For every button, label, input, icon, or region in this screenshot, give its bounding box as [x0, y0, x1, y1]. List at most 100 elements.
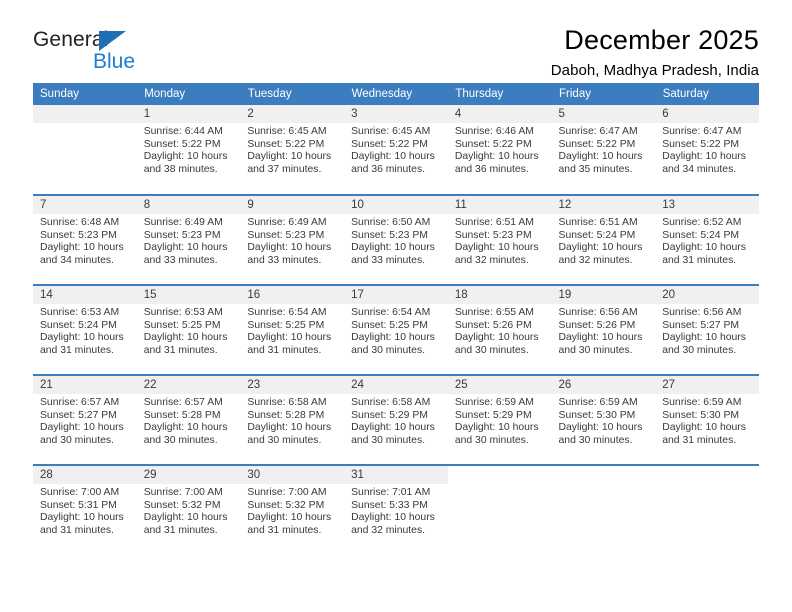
general-blue-logo[interactable]: General Blue	[33, 26, 183, 78]
day-cell[interactable]: 29 Sunrise: 7:00 AM Sunset: 5:32 PM Dayligh…	[136, 466, 241, 554]
day-cell[interactable]: 28 Sunrise: 7:00 AM Sunset: 5:31 PM Dayligh…	[33, 466, 137, 554]
day-number: 13	[655, 196, 759, 214]
day-cell[interactable]: 25 Sunrise: 6:59 AM Sunset: 5:29 PM Dayligh…	[447, 376, 552, 464]
day-number: 8	[136, 196, 241, 214]
day-cell[interactable]: 8 Sunrise: 6:49 AM Sunset: 5:23 PM Daylight…	[136, 196, 241, 284]
daylight-text-line1: Daylight: 10 hours	[351, 242, 435, 254]
sunrise-text: Sunrise: 6:44 AM	[143, 126, 223, 137]
sunset-text: Sunset: 5:29 PM	[351, 409, 428, 421]
day-cell[interactable]: 23 Sunrise: 6:58 AM Sunset: 5:28 PM Dayligh…	[240, 376, 345, 464]
sunrise-text: Sunrise: 6:49 AM	[143, 217, 223, 228]
calendar-cell: 7 Sunrise: 6:48 AM Sunset: 5:23 PM Daylight…	[33, 194, 137, 285]
daylight-text-line2: and 30 minutes.	[40, 434, 114, 446]
logo-text-general: General	[33, 28, 109, 51]
daylight-text-line2: and 30 minutes.	[662, 344, 737, 356]
day-cell[interactable]: 11 Sunrise: 6:51 AM Sunset: 5:23 PM Dayligh…	[447, 196, 552, 284]
sunrise-text: Sunrise: 6:59 AM	[558, 397, 638, 408]
day-cell[interactable]: 3 Sunrise: 6:45 AM Sunset: 5:22 PM Daylight…	[344, 105, 448, 193]
day-cell[interactable]: 10 Sunrise: 6:50 AM Sunset: 5:23 PM Dayligh…	[344, 196, 448, 284]
sunrise-text: Sunrise: 6:50 AM	[351, 217, 431, 228]
day-number: 6	[655, 105, 759, 123]
day-cell[interactable]: 9 Sunrise: 6:49 AM Sunset: 5:23 PM Daylight…	[240, 196, 345, 284]
sunrise-text: Sunrise: 6:56 AM	[662, 307, 742, 318]
day-cell[interactable]: 24 Sunrise: 6:58 AM Sunset: 5:29 PM Dayligh…	[344, 376, 448, 464]
calendar-cell: 20 Sunrise: 6:56 AM Sunset: 5:27 PM Dayligh…	[655, 284, 759, 375]
day-cell[interactable]: 15 Sunrise: 6:53 AM Sunset: 5:25 PM Dayligh…	[136, 286, 241, 374]
day-number: 10	[344, 196, 448, 214]
weekday-header-row: Sunday Monday Tuesday Wednesday Thursday…	[33, 83, 760, 105]
sunrise-text: Sunrise: 7:00 AM	[143, 487, 223, 498]
daylight-text-line1: Daylight: 10 hours	[454, 242, 539, 254]
day-cell[interactable]: 5 Sunrise: 6:47 AM Sunset: 5:22 PM Daylight…	[551, 105, 656, 193]
daylight-text-line2: and 33 minutes.	[143, 254, 218, 266]
day-number: 29	[136, 466, 241, 484]
sunset-text: Sunset: 5:24 PM	[662, 229, 740, 241]
day-number: 27	[655, 376, 759, 394]
day-number: 25	[447, 376, 552, 394]
day-details: Sunrise: 6:52 AM Sunset: 5:24 PM Daylight:…	[655, 214, 759, 267]
calendar-cell: 13 Sunrise: 6:52 AM Sunset: 5:24 PM Dayligh…	[655, 194, 759, 285]
daylight-text-line1: Daylight: 10 hours	[454, 422, 539, 434]
sunrise-text: Sunrise: 6:56 AM	[558, 307, 638, 318]
day-number: 1	[136, 105, 241, 123]
daylight-text-line1: Daylight: 10 hours	[454, 332, 539, 344]
day-cell[interactable]: 26 Sunrise: 6:59 AM Sunset: 5:30 PM Dayligh…	[551, 376, 656, 464]
day-details: Sunrise: 6:53 AM Sunset: 5:25 PM Daylight:…	[137, 304, 241, 357]
day-cell[interactable]: 31 Sunrise: 7:01 AM Sunset: 5:33 PM Dayligh…	[344, 466, 448, 554]
day-cell[interactable]: 4 Sunrise: 6:46 AM Sunset: 5:22 PM Daylight…	[447, 105, 552, 193]
daylight-text-line2: and 30 minutes.	[558, 344, 633, 356]
day-cell[interactable]: 21 Sunrise: 6:57 AM Sunset: 5:27 PM Dayligh…	[33, 376, 137, 464]
calendar-cell: 16 Sunrise: 6:54 AM Sunset: 5:25 PM Dayligh…	[240, 284, 345, 375]
calendar-cell: 23 Sunrise: 6:58 AM Sunset: 5:28 PM Dayligh…	[240, 374, 345, 465]
day-number: 19	[551, 286, 656, 304]
day-cell[interactable]: 18 Sunrise: 6:55 AM Sunset: 5:26 PM Dayligh…	[447, 286, 552, 374]
calendar-cell: 1 Sunrise: 6:44 AM Sunset: 5:22 PM Daylight…	[136, 105, 241, 195]
day-cell[interactable]: 16 Sunrise: 6:54 AM Sunset: 5:25 PM Dayligh…	[240, 286, 345, 374]
sunrise-text: Sunrise: 7:00 AM	[40, 487, 120, 498]
day-cell[interactable]: 2 Sunrise: 6:45 AM Sunset: 5:22 PM Daylight…	[240, 105, 345, 193]
page-title: December 2025	[564, 25, 759, 55]
day-cell[interactable]: 7 Sunrise: 6:48 AM Sunset: 5:23 PM Daylight…	[33, 196, 137, 284]
sunset-text: Sunset: 5:23 PM	[351, 229, 428, 241]
page-header: General Blue December 2025 Daboh, Madhya…	[33, 0, 759, 80]
day-number: 4	[447, 105, 552, 123]
day-cell[interactable]: 22 Sunrise: 6:57 AM Sunset: 5:28 PM Dayligh…	[136, 376, 241, 464]
sunrise-text: Sunrise: 6:59 AM	[454, 397, 534, 408]
sunrise-text: Sunrise: 6:45 AM	[247, 126, 327, 137]
calendar-cell: 10 Sunrise: 6:50 AM Sunset: 5:23 PM Dayligh…	[344, 194, 448, 285]
day-cell[interactable]: 27 Sunrise: 6:59 AM Sunset: 5:30 PM Dayligh…	[655, 376, 759, 464]
day-cell[interactable]: 20 Sunrise: 6:56 AM Sunset: 5:27 PM Dayligh…	[655, 286, 759, 374]
day-cell[interactable]: 6 Sunrise: 6:47 AM Sunset: 5:22 PM Daylight…	[655, 105, 759, 193]
daylight-text-line1: Daylight: 10 hours	[662, 242, 746, 254]
sunset-text: Sunset: 5:22 PM	[247, 138, 325, 150]
day-cell[interactable]: 14 Sunrise: 6:53 AM Sunset: 5:24 PM Dayligh…	[33, 286, 137, 374]
calendar-cell: 2 Sunrise: 6:45 AM Sunset: 5:22 PM Daylight…	[240, 105, 345, 195]
sunset-text: Sunset: 5:23 PM	[143, 229, 221, 241]
calendar-cell	[447, 464, 552, 555]
daylight-text-line1: Daylight: 10 hours	[143, 242, 228, 254]
day-cell[interactable]: 12 Sunrise: 6:51 AM Sunset: 5:24 PM Dayligh…	[551, 196, 656, 284]
day-cell[interactable]: 13 Sunrise: 6:52 AM Sunset: 5:24 PM Dayligh…	[655, 196, 759, 284]
daylight-text-line2: and 36 minutes.	[351, 163, 426, 175]
day-number: 21	[33, 376, 137, 394]
calendar-cell: 4 Sunrise: 6:46 AM Sunset: 5:22 PM Daylight…	[447, 105, 552, 195]
day-number: 5	[551, 105, 656, 123]
sunset-text: Sunset: 5:22 PM	[454, 138, 532, 150]
weekday-header-wednesday: Wednesday	[344, 83, 449, 105]
day-cell[interactable]: 17 Sunrise: 6:54 AM Sunset: 5:25 PM Dayligh…	[344, 286, 448, 374]
sunrise-text: Sunrise: 6:53 AM	[143, 307, 223, 318]
day-cell[interactable]: 19 Sunrise: 6:56 AM Sunset: 5:26 PM Dayligh…	[551, 286, 656, 374]
day-details: Sunrise: 6:51 AM Sunset: 5:24 PM Daylight:…	[552, 214, 656, 267]
calendar-cell	[551, 464, 656, 555]
calendar-week-row: 21 Sunrise: 6:57 AM Sunset: 5:27 PM Dayligh…	[33, 374, 759, 465]
daylight-text-line1: Daylight: 10 hours	[143, 332, 228, 344]
day-cell[interactable]: 1 Sunrise: 6:44 AM Sunset: 5:22 PM Daylight…	[136, 105, 241, 193]
sunset-text: Sunset: 5:23 PM	[247, 229, 325, 241]
calendar-cell: 27 Sunrise: 6:59 AM Sunset: 5:30 PM Dayligh…	[655, 374, 759, 465]
day-cell[interactable]: 30 Sunrise: 7:00 AM Sunset: 5:32 PM Dayligh…	[240, 466, 345, 554]
sunrise-text: Sunrise: 6:51 AM	[558, 217, 638, 228]
calendar-cell: 28 Sunrise: 7:00 AM Sunset: 5:31 PM Dayligh…	[33, 464, 137, 555]
calendar-cell: 30 Sunrise: 7:00 AM Sunset: 5:32 PM Dayligh…	[240, 464, 345, 555]
daylight-text-line1: Daylight: 10 hours	[662, 151, 746, 163]
empty-day-cell	[552, 466, 656, 554]
